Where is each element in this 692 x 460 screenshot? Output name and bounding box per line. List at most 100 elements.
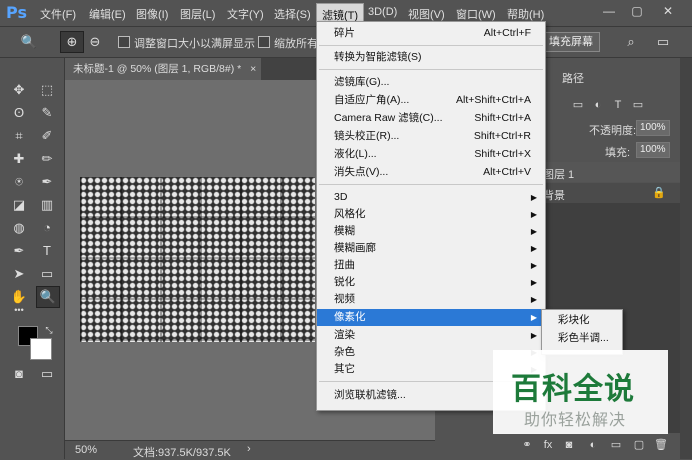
adjustment-layer-icon[interactable]: ◐: [586, 438, 600, 452]
brush-tool-icon[interactable]: ✏: [36, 149, 58, 169]
submenu-item-color-halftone[interactable]: 彩色半调...: [542, 330, 622, 347]
fill-screen-button[interactable]: 填充屏幕: [542, 32, 600, 52]
screen-mode-icon[interactable]: ▭: [36, 364, 58, 384]
close-window-button[interactable]: ✕: [655, 2, 681, 20]
tools-panel: ✥ ⬚ ʘ ✎ ⌗ ✐ ✚ ✏ ⍟ ✒ ◪ ▥ ◍ ◔ ✒ T ➤ ▭ ✋ 🔍 …: [0, 58, 65, 459]
filter-image-icon[interactable]: ▭: [571, 98, 585, 112]
eyedropper-tool-icon[interactable]: ✐: [36, 126, 58, 146]
menu-file[interactable]: 文件(F): [40, 6, 76, 22]
fill-field[interactable]: 100%: [636, 142, 670, 158]
menu-item-smart-filter[interactable]: 转换为智能滤镜(S): [317, 49, 545, 66]
marquee-tool-icon[interactable]: ⬚: [36, 80, 58, 100]
menu-item-vanishing-point[interactable]: 消失点(V)... Alt+Ctrl+V: [317, 164, 545, 181]
panel-dock-strip: [680, 58, 692, 459]
menu-item-stylize[interactable]: 风格化 ▶: [317, 206, 545, 223]
lock-icon: 🔒: [652, 187, 666, 199]
crop-tool-icon[interactable]: ⌗: [8, 126, 30, 146]
menu-separator: [319, 184, 543, 185]
fx-icon[interactable]: fx: [541, 438, 555, 452]
zoom-all-label: 缩放所有: [274, 38, 318, 50]
minimize-button[interactable]: —: [596, 2, 622, 20]
menu-type[interactable]: 文字(Y): [227, 6, 264, 22]
document-image[interactable]: [80, 177, 315, 342]
zoom-tool-icon[interactable]: 🔍: [36, 286, 60, 308]
search-icon[interactable]: ⌕: [620, 32, 642, 52]
menu-item-last-filter[interactable]: 碎片 Alt+Ctrl+F: [317, 25, 545, 42]
menu-separator: [319, 69, 543, 70]
filter-type-icon[interactable]: T: [611, 98, 625, 112]
filter-shape-icon[interactable]: ▭: [631, 98, 645, 112]
clone-stamp-tool-icon[interactable]: ⍟: [8, 172, 30, 192]
more-tools-icon[interactable]: •••: [8, 300, 30, 320]
swap-colors-icon[interactable]: ⤡: [38, 320, 60, 340]
eraser-tool-icon[interactable]: ◪: [8, 195, 30, 215]
background-color-swatch[interactable]: [30, 338, 52, 360]
menu-item-distort[interactable]: 扭曲 ▶: [317, 257, 545, 274]
new-layer-icon[interactable]: ▢: [632, 438, 646, 452]
menu-edit[interactable]: 编辑(E): [89, 6, 126, 22]
menu-3d[interactable]: 3D(D): [368, 6, 397, 18]
quick-mask-icon[interactable]: ◙: [8, 364, 30, 384]
history-brush-tool-icon[interactable]: ✒: [36, 172, 58, 192]
close-tab-icon[interactable]: ×: [250, 63, 256, 75]
zoom-level[interactable]: 50%: [75, 444, 97, 456]
magic-wand-tool-icon[interactable]: ✎: [36, 103, 58, 123]
menu-layer[interactable]: 图层(L): [180, 6, 215, 22]
add-mask-icon[interactable]: ◙: [562, 438, 576, 452]
menu-item-sharpen[interactable]: 锐化 ▶: [317, 274, 545, 291]
rectangle-tool-icon[interactable]: ▭: [36, 264, 58, 284]
menu-separator: [319, 45, 543, 46]
status-bar: 50% 文档:937.5K/937.5K ›: [65, 440, 435, 460]
menu-select[interactable]: 选择(S): [274, 6, 311, 22]
opacity-label: 不透明度:: [589, 125, 637, 137]
document-tab-title: 未标题-1 @ 50% (图层 1, RGB/8#) *: [73, 63, 242, 75]
menu-item-blur-gallery[interactable]: 模糊画廊 ▶: [317, 240, 545, 257]
link-layers-icon[interactable]: ⚭: [520, 438, 534, 452]
watermark-subtitle: 助你轻松解决: [524, 412, 627, 429]
pixelate-submenu: 彩块化 彩色半调...: [541, 309, 623, 355]
blur-tool-icon[interactable]: ◍: [8, 218, 30, 238]
zoom-all-checkbox[interactable]: [258, 36, 270, 48]
healing-brush-tool-icon[interactable]: ✚: [8, 149, 30, 169]
resize-window-checkbox[interactable]: [118, 36, 130, 48]
menu-item-lens-correction[interactable]: 镜头校正(R)... Shift+Ctrl+R: [317, 128, 545, 145]
zoom-out-icon[interactable]: ⊖: [84, 32, 106, 52]
menu-item-adaptive-wide-angle[interactable]: 自适应广角(A)... Alt+Shift+Ctrl+A: [317, 92, 545, 109]
menu-item-3d[interactable]: 3D ▶: [317, 189, 545, 206]
menu-item-camera-raw[interactable]: Camera Raw 滤镜(C)... Shift+Ctrl+A: [317, 110, 545, 127]
layer-name: 背景: [543, 190, 565, 202]
filter-adjust-icon[interactable]: ◐: [591, 98, 605, 112]
submenu-item-facet[interactable]: 彩块化: [542, 312, 622, 329]
gradient-tool-icon[interactable]: ▥: [36, 195, 58, 215]
menu-item-pixelate[interactable]: 像素化 ▶: [317, 309, 545, 326]
menu-item-liquify[interactable]: 液化(L)... Shift+Ctrl+X: [317, 146, 545, 163]
menu-item-blur[interactable]: 模糊 ▶: [317, 223, 545, 240]
maximize-button[interactable]: ▢: [624, 2, 650, 20]
delete-layer-icon[interactable]: 🗑: [654, 438, 668, 452]
menu-item-filter-gallery[interactable]: 滤镜库(G)...: [317, 74, 545, 91]
layer-name: 图层 1: [543, 169, 575, 181]
pen-tool-icon[interactable]: ✒: [8, 241, 30, 261]
dodge-tool-icon[interactable]: ◔: [36, 218, 58, 238]
path-selection-tool-icon[interactable]: ➤: [8, 264, 30, 284]
menu-item-render[interactable]: 渲染 ▶: [317, 327, 545, 344]
workspace-icon[interactable]: ▭: [652, 32, 674, 52]
resize-window-label: 调整窗口大小以满屏显示: [134, 38, 255, 50]
menu-view[interactable]: 视图(V): [408, 6, 445, 22]
zoom-in-icon[interactable]: ⊕: [60, 31, 84, 53]
menu-help[interactable]: 帮助(H): [507, 6, 544, 22]
move-tool-icon[interactable]: ✥: [8, 80, 30, 100]
tab-paths[interactable]: 路径: [562, 70, 584, 86]
zoom-tool-preset-icon[interactable]: 🔍: [18, 32, 40, 52]
watermark: 百科全说 助你轻松解决: [493, 350, 668, 434]
lasso-tool-icon[interactable]: ʘ: [8, 103, 30, 123]
menu-window[interactable]: 窗口(W): [456, 6, 496, 22]
menu-image[interactable]: 图像(I): [136, 6, 168, 22]
type-tool-icon[interactable]: T: [36, 241, 58, 261]
status-menu-arrow[interactable]: ›: [247, 443, 251, 455]
opacity-field[interactable]: 100%: [636, 120, 670, 136]
document-size: 文档:937.5K/937.5K: [133, 447, 231, 459]
menu-item-video[interactable]: 视频 ▶: [317, 291, 545, 308]
document-tab[interactable]: 未标题-1 @ 50% (图层 1, RGB/8#) * ×: [65, 58, 261, 80]
new-group-icon[interactable]: ▭: [609, 438, 623, 452]
